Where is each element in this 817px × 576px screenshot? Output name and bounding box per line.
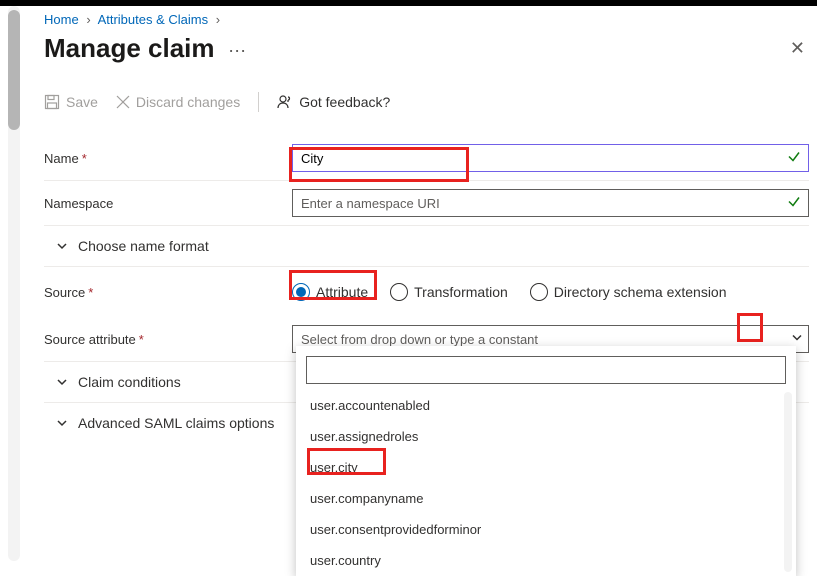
choose-name-format-expander[interactable]: Choose name format bbox=[44, 226, 809, 267]
dropdown-placeholder: Select from drop down or type a constant bbox=[301, 332, 538, 347]
name-label: Name bbox=[44, 151, 79, 166]
discard-icon bbox=[116, 95, 130, 109]
required-indicator: * bbox=[139, 332, 144, 347]
radio-transformation[interactable]: Transformation bbox=[390, 283, 508, 301]
source-attribute-label: Source attribute bbox=[44, 332, 136, 347]
more-actions-icon[interactable]: ⋯ bbox=[228, 41, 248, 61]
breadcrumb-attributes[interactable]: Attributes & Claims bbox=[98, 12, 209, 27]
chevron-down-icon bbox=[56, 376, 68, 388]
namespace-input[interactable] bbox=[292, 189, 809, 217]
discard-label: Discard changes bbox=[136, 94, 240, 110]
toolbar-divider bbox=[258, 92, 259, 112]
dropdown-item[interactable]: user.consentprovidedforminor bbox=[296, 514, 796, 545]
save-label: Save bbox=[66, 94, 98, 110]
page-scroll-thumb[interactable] bbox=[8, 10, 20, 130]
namespace-row: Namespace bbox=[44, 181, 809, 226]
radio-transformation-label: Transformation bbox=[414, 284, 508, 300]
advanced-options-label: Advanced SAML claims options bbox=[78, 415, 274, 431]
dropdown-item[interactable]: user.accountenabled bbox=[296, 390, 796, 421]
chevron-right-icon: › bbox=[86, 12, 90, 27]
save-icon bbox=[44, 94, 60, 110]
chevron-down-icon bbox=[56, 240, 68, 252]
radio-unselected-icon bbox=[530, 283, 548, 301]
chevron-right-icon: › bbox=[216, 12, 220, 27]
chevron-down-icon bbox=[56, 417, 68, 429]
valid-check-icon bbox=[787, 150, 801, 167]
chevron-down-icon[interactable] bbox=[791, 332, 803, 347]
radio-attribute-label: Attribute bbox=[316, 284, 368, 300]
radio-selected-icon bbox=[292, 283, 310, 301]
radio-unselected-icon bbox=[390, 283, 408, 301]
required-indicator: * bbox=[88, 285, 93, 300]
claim-conditions-label: Claim conditions bbox=[78, 374, 181, 390]
choose-name-format-label: Choose name format bbox=[78, 238, 209, 254]
source-attribute-dropdown-panel: ▲ user.accountenabled user.assignedroles… bbox=[296, 346, 796, 576]
feedback-icon bbox=[277, 94, 293, 110]
namespace-label: Namespace bbox=[44, 196, 113, 211]
radio-directory-label: Directory schema extension bbox=[554, 284, 727, 300]
source-label: Source bbox=[44, 285, 85, 300]
radio-attribute[interactable]: Attribute bbox=[292, 283, 368, 301]
dropdown-search-input[interactable] bbox=[306, 356, 786, 384]
feedback-button[interactable]: Got feedback? bbox=[277, 94, 390, 110]
dropdown-item[interactable]: user.assignedroles bbox=[296, 421, 796, 452]
dropdown-item[interactable]: user.companyname bbox=[296, 483, 796, 514]
dropdown-item[interactable]: user.country bbox=[296, 545, 796, 576]
required-indicator: * bbox=[82, 151, 87, 166]
breadcrumb: Home › Attributes & Claims › bbox=[44, 12, 809, 27]
page-title: Manage claim bbox=[44, 33, 215, 63]
window-topbar bbox=[0, 0, 817, 6]
valid-check-icon bbox=[787, 195, 801, 212]
save-button[interactable]: Save bbox=[44, 94, 98, 110]
source-radio-group: Attribute Transformation Directory schem… bbox=[292, 283, 809, 301]
source-row: Source* Attribute Transformation Directo… bbox=[44, 267, 809, 309]
dropdown-item-user-city[interactable]: user.city bbox=[296, 452, 796, 483]
name-input[interactable] bbox=[292, 144, 809, 172]
dropdown-list: user.accountenabled user.assignedroles u… bbox=[296, 390, 796, 576]
name-row: Name* bbox=[44, 136, 809, 181]
command-bar: Save Discard changes Got feedback? bbox=[44, 92, 809, 112]
breadcrumb-home[interactable]: Home bbox=[44, 12, 79, 27]
feedback-label: Got feedback? bbox=[299, 94, 390, 110]
close-button[interactable]: ✕ bbox=[786, 34, 809, 63]
discard-button[interactable]: Discard changes bbox=[116, 94, 240, 110]
radio-directory-extension[interactable]: Directory schema extension bbox=[530, 283, 727, 301]
